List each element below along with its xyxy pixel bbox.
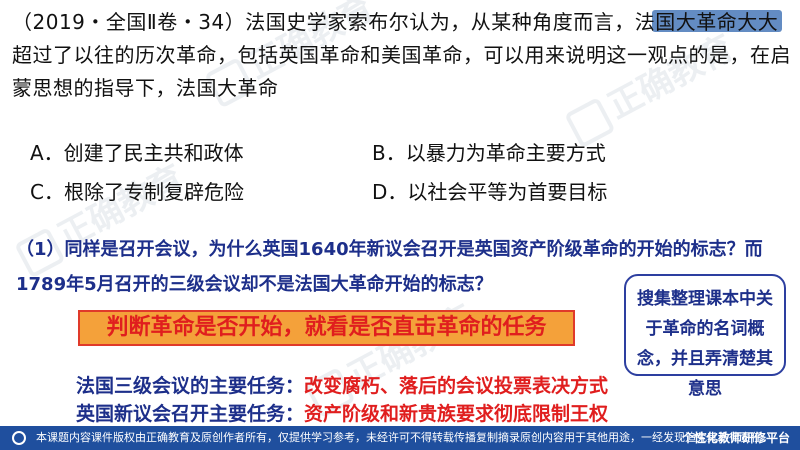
task-value: 资产阶级和新贵族要求彻底限制王权: [304, 403, 609, 425]
judge-banner: 判断革命是否开始，就看是否直击革命的任务: [78, 310, 575, 346]
task-value: 改变腐朽、落后的会议投票表决方式: [304, 375, 609, 397]
task-england: 英国新议会召开主要任务：资产阶级和新贵族要求彻底限制王权: [76, 399, 608, 426]
side-note-box: 搜集整理课本中关于革命的名词概念，并且弄清楚其意思: [624, 274, 786, 399]
sub-question-number: （1）: [16, 239, 65, 260]
brand-logo-icon: [12, 431, 26, 445]
task-label: 英国新议会召开主要任务：: [76, 403, 305, 425]
footer-notice: 本课题内容课件版权由正确教育及原创作者所有，仅提供学习参考，未经许可不得转载传播…: [36, 431, 773, 444]
footer-bar: 本课题内容课件版权由正确教育及原创作者所有，仅提供学习参考，未经许可不得转载传播…: [0, 426, 800, 450]
task-label: 法国三级会议的主要任务：: [76, 375, 305, 397]
option-d: D．以社会平等为首要目标: [372, 180, 608, 204]
option-b: B．以暴力为革命主要方式: [372, 141, 606, 165]
option-a: A．创建了民主共和政体: [30, 141, 244, 165]
task-france: 法国三级会议的主要任务：改变腐朽、落后的会议投票表决方式: [76, 371, 608, 398]
option-c: C．根除了专制复辟危险: [30, 180, 244, 204]
footer-brand: 个性化教师研修平台: [681, 431, 790, 445]
question-stem: （2019・全国Ⅱ卷・34）法国史学家索布尔认为，从某种角度而言，法国大革命大大…: [12, 10, 791, 100]
